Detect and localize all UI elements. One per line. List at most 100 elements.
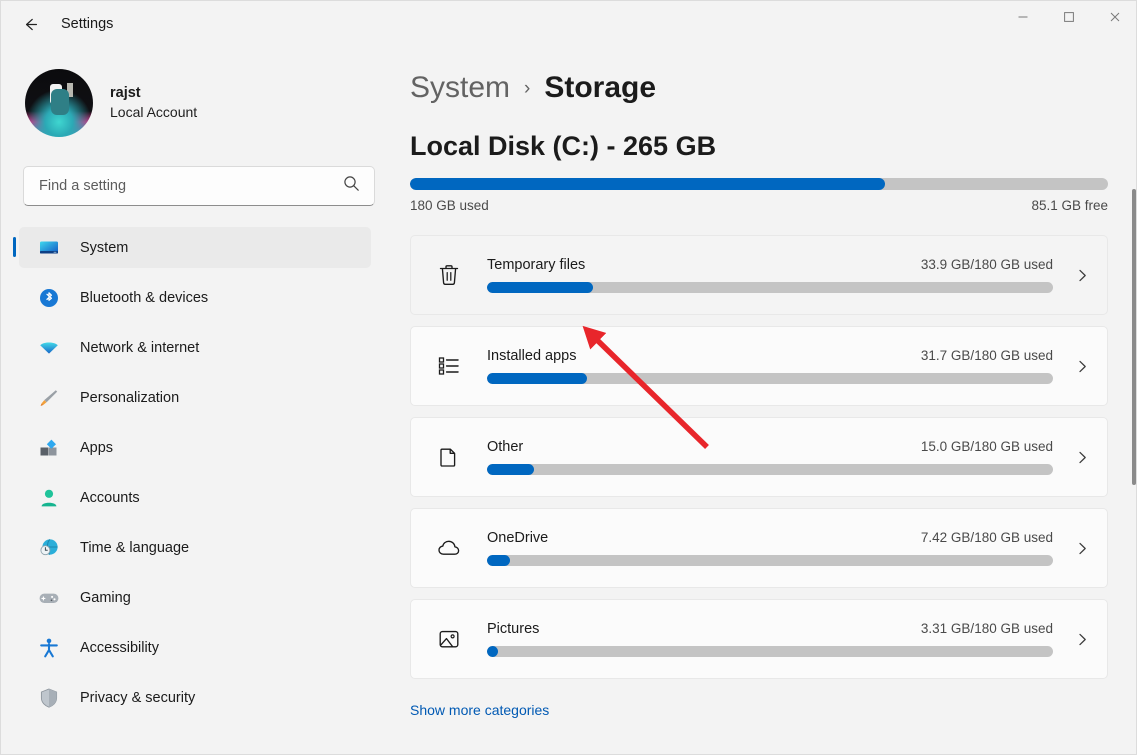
- storage-category-list: Temporary files33.9 GB/180 GB used Instal…: [398, 235, 1137, 679]
- close-icon: [1109, 11, 1121, 23]
- disk-used-label: 180 GB used: [410, 198, 489, 213]
- sidebar-item-accessibility[interactable]: Accessibility: [19, 627, 371, 668]
- show-more-categories-link[interactable]: Show more categories: [410, 702, 549, 718]
- sidebar-item-apps[interactable]: Apps: [19, 427, 371, 468]
- storage-category-card[interactable]: Other 15.0 GB/180 GB used: [410, 417, 1108, 497]
- sidebar-item-label: Apps: [80, 440, 113, 456]
- window-title: Settings: [61, 16, 113, 32]
- apps-grid-icon: [37, 436, 61, 460]
- storage-category-name: Other: [487, 439, 523, 455]
- trash-icon: [432, 258, 466, 292]
- storage-category-header: Temporary files33.9 GB/180 GB used: [487, 257, 1053, 273]
- sidebar-item-privacy-security[interactable]: Privacy & security: [19, 677, 371, 718]
- settings-window: Settings rajst: [0, 0, 1137, 755]
- chevron-right-icon[interactable]: [1065, 631, 1099, 648]
- sidebar-item-label: System: [80, 240, 128, 256]
- storage-category-header: Other 15.0 GB/180 GB used: [487, 439, 1053, 455]
- sidebar-item-label: Time & language: [80, 540, 189, 556]
- storage-category-name: OneDrive: [487, 530, 548, 546]
- storage-category-bar: [487, 646, 1053, 657]
- maximize-icon: [1063, 11, 1075, 23]
- sidebar-item-personalization[interactable]: Personalization: [19, 377, 371, 418]
- storage-category-body: Installed apps 31.7 GB/180 GB used: [487, 348, 1053, 384]
- disk-legend: 180 GB used 85.1 GB free: [410, 198, 1108, 213]
- storage-category-bar: [487, 373, 1053, 384]
- storage-category-name: Installed apps: [487, 348, 576, 364]
- clock-globe-icon: [37, 536, 61, 560]
- sidebar-item-time-language[interactable]: Time & language: [19, 527, 371, 568]
- wifi-icon: [37, 336, 61, 360]
- gamepad-icon: [37, 586, 61, 610]
- disk-usage-bar: [410, 178, 1108, 190]
- storage-category-usage: 15.0 GB/180 GB used: [921, 439, 1053, 454]
- list-icon: [432, 349, 466, 383]
- chevron-right-icon[interactable]: [1065, 358, 1099, 375]
- storage-category-bar: [487, 282, 1053, 293]
- storage-category-header: Pictures 3.31 GB/180 GB used: [487, 621, 1053, 637]
- disk-title: Local Disk (C:) - 265 GB: [410, 131, 1137, 162]
- profile-account-type: Local Account: [110, 103, 197, 122]
- sidebar-item-label: Personalization: [80, 390, 179, 406]
- search-box[interactable]: [23, 166, 375, 206]
- chevron-right-icon: ›: [524, 78, 530, 100]
- storage-category-usage: 3.31 GB/180 GB used: [921, 621, 1053, 636]
- minimize-button[interactable]: [1000, 1, 1046, 33]
- person-icon: [37, 486, 61, 510]
- breadcrumb-parent[interactable]: System: [410, 71, 510, 105]
- sidebar-item-label: Network & internet: [80, 340, 199, 356]
- profile-text: rajst Local Account: [110, 84, 197, 122]
- maximize-button[interactable]: [1046, 1, 1092, 33]
- monitor-icon: [37, 236, 61, 260]
- chevron-right-icon[interactable]: [1065, 449, 1099, 466]
- image-icon: [432, 622, 466, 656]
- storage-category-name: Temporary files: [487, 257, 585, 273]
- storage-category-card[interactable]: Temporary files33.9 GB/180 GB used: [410, 235, 1108, 315]
- user-profile[interactable]: rajst Local Account: [25, 69, 389, 137]
- avatar: [25, 69, 93, 137]
- accessibility-icon: [37, 636, 61, 660]
- storage-category-body: Other 15.0 GB/180 GB used: [487, 439, 1053, 475]
- close-button[interactable]: [1092, 1, 1137, 33]
- storage-category-bar-fill: [487, 373, 587, 384]
- sidebar-item-bluetooth-devices[interactable]: Bluetooth & devices: [19, 277, 371, 318]
- chevron-right-icon[interactable]: [1065, 540, 1099, 557]
- cloud-icon: [432, 531, 466, 565]
- chevron-right-icon[interactable]: [1065, 267, 1099, 284]
- storage-category-card[interactable]: Pictures 3.31 GB/180 GB used: [410, 599, 1108, 679]
- minimize-icon: [1017, 11, 1029, 23]
- storage-category-bar-fill: [487, 464, 534, 475]
- shield-icon: [37, 686, 61, 710]
- sidebar-item-network-internet[interactable]: Network & internet: [19, 327, 371, 368]
- vertical-scrollbar[interactable]: [1132, 189, 1136, 485]
- storage-category-usage: 7.42 GB/180 GB used: [921, 530, 1053, 545]
- sidebar-item-accounts[interactable]: Accounts: [19, 477, 371, 518]
- window-controls: [1000, 1, 1137, 47]
- sidebar-nav: System Bluetooth & devices: [1, 227, 389, 718]
- sidebar-item-system[interactable]: System: [19, 227, 371, 268]
- title-bar: Settings: [1, 1, 1137, 47]
- documents-icon: [432, 440, 466, 474]
- storage-category-usage: 31.7 GB/180 GB used: [921, 348, 1053, 363]
- sidebar-item-label: Gaming: [80, 590, 131, 606]
- sidebar-item-label: Accessibility: [80, 640, 159, 656]
- storage-category-card[interactable]: OneDrive 7.42 GB/180 GB used: [410, 508, 1108, 588]
- main-content: System › Storage Local Disk (C:) - 265 G…: [389, 47, 1137, 755]
- storage-category-bar-fill: [487, 555, 510, 566]
- page-title: Storage: [544, 71, 656, 105]
- storage-category-card[interactable]: Installed apps 31.7 GB/180 GB used: [410, 326, 1108, 406]
- storage-category-body: OneDrive 7.42 GB/180 GB used: [487, 530, 1053, 566]
- storage-category-bar: [487, 464, 1053, 475]
- storage-category-name: Pictures: [487, 621, 539, 637]
- storage-category-header: Installed apps 31.7 GB/180 GB used: [487, 348, 1053, 364]
- storage-category-bar: [487, 555, 1053, 566]
- storage-category-body: Pictures 3.31 GB/180 GB used: [487, 621, 1053, 657]
- sidebar-item-label: Bluetooth & devices: [80, 290, 208, 306]
- profile-name: rajst: [110, 84, 197, 104]
- sidebar: rajst Local Account: [1, 47, 389, 755]
- paintbrush-icon: [37, 386, 61, 410]
- search-input[interactable]: [24, 167, 374, 205]
- back-button[interactable]: [13, 9, 47, 39]
- breadcrumb: System › Storage: [410, 71, 1137, 105]
- sidebar-item-gaming[interactable]: Gaming: [19, 577, 371, 618]
- storage-category-bar-fill: [487, 282, 593, 293]
